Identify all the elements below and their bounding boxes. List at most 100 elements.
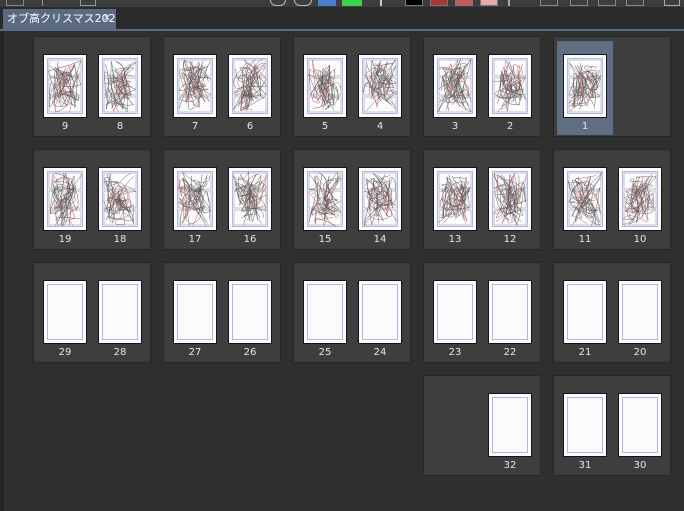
page-spread[interactable]: 21 20 xyxy=(553,262,671,363)
page-thumbnail-27[interactable]: 27 xyxy=(167,267,223,361)
page-sketch xyxy=(308,172,342,226)
page-sheet xyxy=(303,280,347,344)
page-thumbnail-16[interactable]: 16 xyxy=(222,154,278,248)
page-number: 13 xyxy=(448,234,462,245)
page-sketch xyxy=(623,172,657,226)
page-number: 27 xyxy=(188,347,202,358)
page-thumbnail-1[interactable]: 1 xyxy=(557,41,613,135)
page-thumbnail-7[interactable]: 7 xyxy=(167,41,223,135)
page-sheet xyxy=(228,54,272,118)
toolbar-button[interactable] xyxy=(598,0,616,6)
page-spread[interactable]: 54 xyxy=(293,36,411,137)
color-swatch[interactable] xyxy=(480,0,498,6)
page-spread[interactable]: 25 24 xyxy=(293,262,411,363)
page-thumbnail-13[interactable]: 13 xyxy=(427,154,483,248)
page-spread[interactable]: 17 16 xyxy=(163,149,281,250)
page-spread[interactable]: 1 xyxy=(553,36,671,137)
page-spread[interactable]: 13 12 xyxy=(423,149,541,250)
page-thumbnail-31[interactable]: 31 xyxy=(557,380,613,474)
color-swatch[interactable] xyxy=(430,0,448,6)
page-thumbnail-9[interactable]: 9 xyxy=(37,41,93,135)
page-number: 14 xyxy=(373,234,387,245)
toolbar-button[interactable] xyxy=(508,0,522,6)
page-spread[interactable]: 98 xyxy=(33,36,151,137)
document-tab-bar: オブ高クリスマス2025 ✕ xyxy=(0,7,684,30)
page-spread[interactable]: 31 30 xyxy=(553,375,671,476)
page-sheet xyxy=(358,54,402,118)
toolbar-button[interactable] xyxy=(664,0,680,6)
page-thumbnail-10[interactable]: 10 xyxy=(612,154,668,248)
page-number: 29 xyxy=(58,347,72,358)
page-sketch xyxy=(48,172,82,226)
page-thumbnail-26[interactable]: 26 xyxy=(222,267,278,361)
page-thumbnail-21[interactable]: 21 xyxy=(557,267,613,361)
page-number: 17 xyxy=(188,234,202,245)
page-sheet xyxy=(563,280,607,344)
page-sketch xyxy=(438,59,472,113)
page-thumbnail-30[interactable]: 30 xyxy=(612,380,668,474)
toolbar-button[interactable] xyxy=(80,0,96,6)
page-thumbnail-32[interactable]: 32 xyxy=(482,380,538,474)
page-thumbnail-22[interactable]: 22 xyxy=(482,267,538,361)
toolbar-button[interactable] xyxy=(294,0,312,6)
toolbar-button[interactable] xyxy=(42,0,59,6)
page-sheet xyxy=(618,167,662,231)
page-thumbnail-6[interactable]: 6 xyxy=(222,41,278,135)
toolbar-button[interactable] xyxy=(318,0,336,6)
page-thumbnail-20[interactable]: 20 xyxy=(612,267,668,361)
page-thumbnail-23[interactable]: 23 xyxy=(427,267,483,361)
page-thumbnail-18[interactable]: 18 xyxy=(92,154,148,248)
page-number: 19 xyxy=(58,234,72,245)
page-thumbnail-29[interactable]: 29 xyxy=(37,267,93,361)
page-thumbnail-11[interactable]: 11 xyxy=(557,154,613,248)
page-sheet xyxy=(358,280,402,344)
page-thumbnail-24[interactable]: 24 xyxy=(352,267,408,361)
page-thumbnail-28[interactable]: 28 xyxy=(92,267,148,361)
page-sketch xyxy=(568,172,602,226)
toolbar-button[interactable] xyxy=(540,0,558,6)
page-sketch xyxy=(178,172,212,226)
color-swatch[interactable] xyxy=(405,0,423,6)
toolbar-accent[interactable] xyxy=(342,0,362,6)
page-thumbnail-17[interactable]: 17 xyxy=(167,154,223,248)
page-spread[interactable]: 27 26 xyxy=(163,262,281,363)
page-thumbnail-4[interactable]: 4 xyxy=(352,41,408,135)
page-spread[interactable]: 32 xyxy=(423,375,541,476)
close-icon[interactable]: ✕ xyxy=(103,9,111,29)
page-number: 31 xyxy=(578,460,592,471)
page-spread[interactable]: 23 22 xyxy=(423,262,541,363)
page-number: 3 xyxy=(451,121,459,132)
page-sketch xyxy=(568,59,602,113)
toolbar-button[interactable] xyxy=(6,0,24,6)
page-thumbnail-2[interactable]: 2 xyxy=(482,41,538,135)
page-number: 12 xyxy=(503,234,517,245)
page-spread[interactable]: 15 14 xyxy=(293,149,411,250)
page-spread[interactable]: 19 18 xyxy=(33,149,151,250)
page-number: 18 xyxy=(113,234,127,245)
page-thumbnail-15[interactable]: 15 xyxy=(297,154,353,248)
page-number: 9 xyxy=(61,121,69,132)
page-sheet xyxy=(433,167,477,231)
toolbar-button[interactable] xyxy=(380,0,392,6)
document-tab-title: オブ高クリスマス2025 xyxy=(7,12,116,25)
page-sketch xyxy=(103,172,137,226)
page-spread[interactable]: 11 10 xyxy=(553,149,671,250)
page-spread[interactable]: 32 xyxy=(423,36,541,137)
toolbar-button[interactable] xyxy=(626,0,644,6)
color-swatch[interactable] xyxy=(455,0,473,6)
page-number: 4 xyxy=(376,121,384,132)
page-spread[interactable]: 29 28 xyxy=(33,262,151,363)
page-number: 11 xyxy=(578,234,592,245)
document-tab[interactable]: オブ高クリスマス2025 ✕ xyxy=(3,9,116,29)
page-thumbnail-5[interactable]: 5 xyxy=(297,41,353,135)
page-thumbnail-3[interactable]: 3 xyxy=(427,41,483,135)
page-spread[interactable]: 76 xyxy=(163,36,281,137)
page-sheet xyxy=(488,167,532,231)
page-thumbnail-8[interactable]: 8 xyxy=(92,41,148,135)
page-thumbnail-19[interactable]: 19 xyxy=(37,154,93,248)
toolbar-button[interactable] xyxy=(270,0,286,6)
page-thumbnail-12[interactable]: 12 xyxy=(482,154,538,248)
page-thumbnail-25[interactable]: 25 xyxy=(297,267,353,361)
toolbar-button[interactable] xyxy=(570,0,588,6)
page-thumbnail-14[interactable]: 14 xyxy=(352,154,408,248)
